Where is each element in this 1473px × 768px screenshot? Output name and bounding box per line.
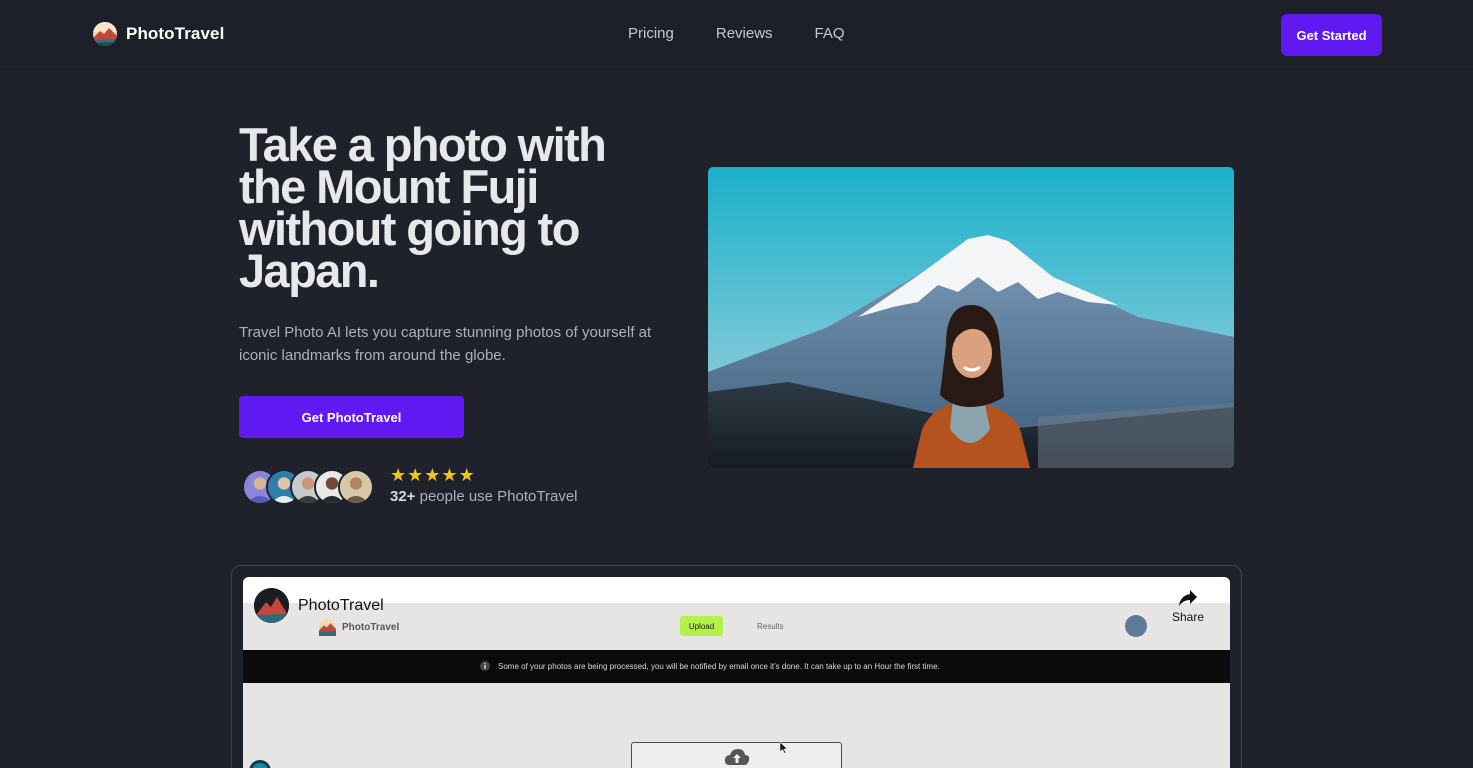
- star-icon: ★: [407, 465, 424, 485]
- upload-tab: Upload: [680, 616, 723, 636]
- user-avatars: [242, 469, 382, 507]
- get-phototravel-button[interactable]: Get PhotoTravel: [239, 396, 464, 438]
- app-brand-name: PhotoTravel: [342, 622, 400, 633]
- star-icon: ★: [390, 465, 407, 485]
- banner-text: Some of your photos are being processed,…: [498, 661, 940, 671]
- brand-logo-icon: [93, 22, 117, 46]
- star-icon: ★: [458, 465, 475, 485]
- landing-page: PhotoTravel Pricing Reviews FAQ Get Star…: [0, 0, 1473, 768]
- star-icon: ★: [441, 465, 458, 485]
- share-arrow-icon: [1179, 590, 1197, 606]
- share-label: Share: [1171, 610, 1205, 624]
- video-channel-title[interactable]: PhotoTravel: [298, 597, 384, 615]
- nav-faq[interactable]: FAQ: [815, 25, 845, 42]
- site-header: PhotoTravel Pricing Reviews FAQ Get Star…: [0, 0, 1473, 70]
- channel-avatar[interactable]: [254, 588, 289, 623]
- hero-subtitle: Travel Photo AI lets you capture stunnin…: [239, 324, 652, 364]
- info-icon: [480, 661, 490, 671]
- nav-pricing[interactable]: Pricing: [628, 25, 674, 42]
- cloud-upload-icon: [724, 749, 750, 765]
- nav-reviews[interactable]: Reviews: [716, 25, 773, 42]
- hero-title: Take a photo with the Mount Fuji without…: [239, 118, 607, 297]
- brand[interactable]: PhotoTravel: [93, 22, 224, 46]
- processing-banner: Some of your photos are being processed,…: [243, 650, 1230, 683]
- brand-name: PhotoTravel: [126, 24, 225, 43]
- user-count: 32+: [390, 488, 416, 505]
- rating-stars: ★ ★ ★ ★ ★: [390, 465, 475, 485]
- demo-video[interactable]: PhotoTravel Share PhotoTravel Upload Res…: [243, 577, 1230, 768]
- mount-fuji-photo: [708, 167, 1234, 468]
- get-started-button[interactable]: Get Started: [1281, 14, 1382, 56]
- video-topbar: [243, 577, 1230, 603]
- avatar: [338, 469, 374, 505]
- hero-image: [708, 167, 1234, 468]
- share-button[interactable]: Share: [1168, 589, 1208, 624]
- results-tab: Results: [757, 622, 784, 631]
- social-proof: 32+ people use PhotoTravel: [390, 488, 578, 505]
- cursor-icon: [780, 742, 788, 754]
- app-brand: PhotoTravel: [319, 619, 399, 636]
- avatar: [1125, 615, 1147, 637]
- main-nav: Pricing Reviews FAQ: [628, 25, 887, 42]
- chat-bubble-icon: [249, 760, 271, 768]
- brand-logo-icon: [319, 619, 336, 636]
- star-icon: ★: [424, 465, 441, 485]
- upload-dropzone: [631, 742, 842, 768]
- user-count-label: people use PhotoTravel: [415, 488, 578, 505]
